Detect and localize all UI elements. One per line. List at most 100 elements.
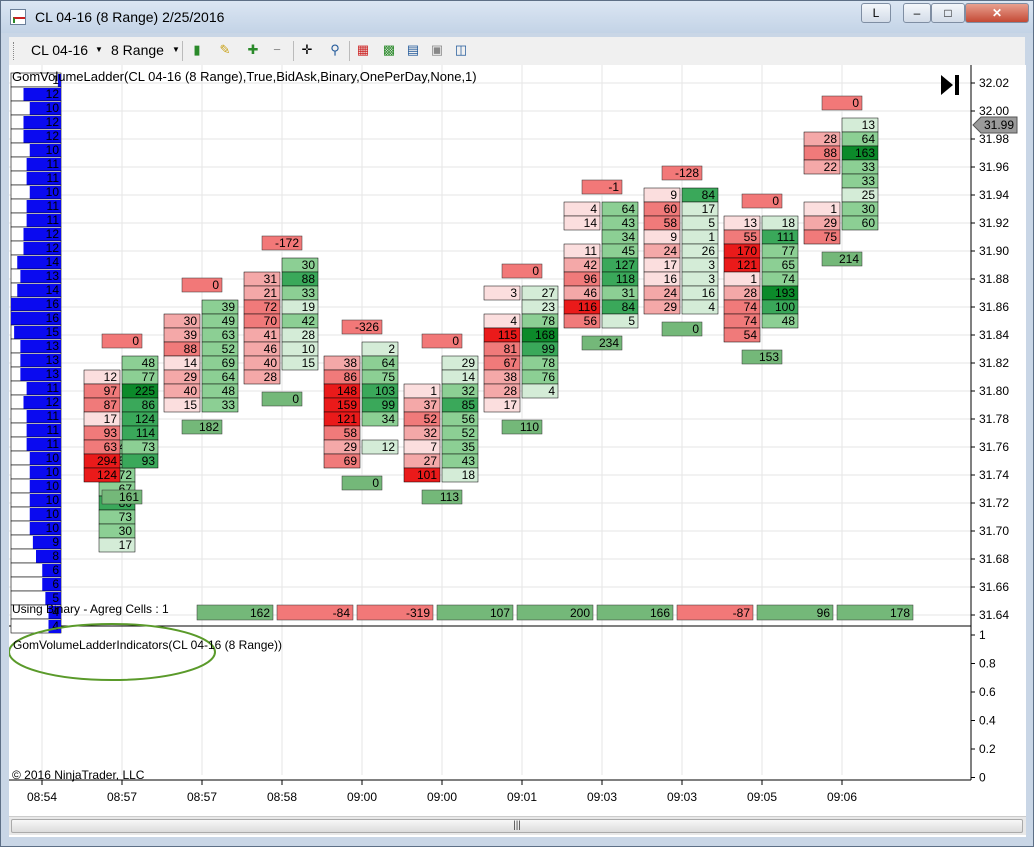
ask-value: 74 [782,272,796,286]
delta-value: -172 [275,236,299,250]
time-label: 08:54 [27,790,57,804]
indicator-label: 0.2 [979,742,996,756]
bid-value: 31 [264,272,278,286]
strategies-icon[interactable]: ▤ [405,42,421,58]
ask-value: 73 [119,510,133,524]
time-label: 09:00 [347,790,377,804]
chart-area[interactable]: 1 12 10 12 12 10 11 11 10 11 11 12 12 14 13 14 16 16 15 13 1… [9,65,1026,837]
indicator-label: 0.8 [979,657,996,671]
bid-value: 7 [430,440,437,454]
bid-value: 11 [585,244,598,258]
toolbar-separator [349,41,350,61]
delta-value: -128 [675,166,699,180]
bottom-total-value: 166 [650,606,670,620]
ask-value: 48 [222,384,236,398]
profile-value: 9 [52,535,59,549]
link-button[interactable]: L [861,3,891,23]
candlestick-style-icon[interactable]: ▮ [189,42,205,58]
scrollbar-thumb[interactable]: ||| [11,819,1023,833]
ask-value: 33 [862,160,876,174]
indicator-label: 1 [979,628,986,642]
ask-value: 118 [616,272,635,286]
chevron-down-icon[interactable]: ▼ [95,45,103,54]
drawing-pencil-icon[interactable]: ✎ [217,42,233,58]
price-label: 31.78 [979,412,1009,426]
magnifier-icon[interactable]: ⚲ [327,42,343,58]
bid-value: 3 [510,286,517,300]
bid-value: 42 [584,258,598,272]
time-label: 09:03 [667,790,697,804]
maximize-button[interactable]: □ [931,3,965,23]
copyright-text: © 2016 NinjaTrader, LLC [12,768,145,782]
profile-value: 12 [46,395,60,409]
ask-value: 78 [542,314,556,328]
ask-value: 32 [462,384,476,398]
indicators-icon[interactable]: ▩ [381,42,397,58]
time-label: 08:57 [107,790,137,804]
bid-value: 27 [424,454,438,468]
volume-profile: 1121012121011111011111212141314161615131… [10,72,62,634]
bid-value: 67 [504,356,518,370]
ask-value: 17 [702,202,716,216]
bid-value: 28 [824,132,838,146]
profile-value: 16 [46,297,60,311]
bottom-total-value: -319 [406,606,430,620]
ask-value: 75 [382,370,396,384]
time-label: 08:58 [267,790,297,804]
ask-value: 93 [142,454,156,468]
price-label: 31.74 [979,468,1009,482]
ask-value: 19 [302,300,316,314]
profile-value: 10 [46,185,60,199]
bid-value: 86 [344,370,358,384]
zoom-out-icon[interactable]: − [269,42,285,58]
ask-value: 78 [542,356,556,370]
profile-value: 13 [46,353,60,367]
ask-value: 15 [302,356,316,370]
crosshair-icon[interactable]: ✛ [299,42,315,58]
chart-window: CL 04-16 (8 Range) 2/25/2016 L – □ ✕ CL … [0,0,1034,847]
profile-value: 12 [46,129,60,143]
title-bar[interactable]: CL 04-16 (8 Range) 2/25/2016 L – □ ✕ [1,1,1033,33]
ask-value: 64 [622,202,636,216]
bid-value: 17 [664,258,678,272]
indicator-label: 0.4 [979,714,996,728]
bid-value: 148 [337,384,357,398]
properties-icon[interactable]: ◫ [453,42,469,58]
bid-value: 4 [510,314,517,328]
ask-value: 85 [462,398,476,412]
ask-value: 65 [782,258,796,272]
ask-value: 27 [542,286,556,300]
bid-value: 38 [504,370,518,384]
bid-value: 88 [824,146,838,160]
bid-value: 30 [184,314,198,328]
bid-value: 115 [498,328,517,342]
chart-canvas[interactable]: 1121012121011111011111212141314161615131… [9,65,1026,837]
ask-value: 1 [708,230,715,244]
ask-value: 13 [862,118,876,132]
horizontal-scrollbar[interactable]: ||| [9,816,1026,835]
bid-value: 9 [670,230,677,244]
indicator-label: GomVolumeLadder(CL 04-16 (8 Range),True,… [12,69,477,84]
close-button[interactable]: ✕ [965,3,1029,23]
total-value: 0 [292,392,299,406]
profile-value: 10 [46,521,60,535]
templates-icon[interactable]: ▣ [429,42,445,58]
profile-value: 4 [52,619,59,633]
order-entry-icon[interactable]: ▦ [355,42,371,58]
ask-value: 39 [222,300,236,314]
bid-value: 93 [104,426,118,440]
period-selector[interactable]: 8 Range [111,42,164,58]
toolbar-grip[interactable] [13,42,16,60]
bid-value: 1 [750,272,757,286]
price-label: 31.86 [979,300,1009,314]
bid-value: 58 [664,216,678,230]
price-label: 32.02 [979,76,1009,90]
zoom-in-icon[interactable]: ✚ [245,42,261,58]
bid-value: 56 [584,314,598,328]
bid-value: 159 [337,398,357,412]
minimize-button[interactable]: – [903,3,931,23]
ask-value: 43 [462,454,476,468]
instrument-selector[interactable]: CL 04-16 [31,42,88,58]
chevron-down-icon[interactable]: ▼ [172,45,180,54]
profile-value: 11 [47,409,60,423]
